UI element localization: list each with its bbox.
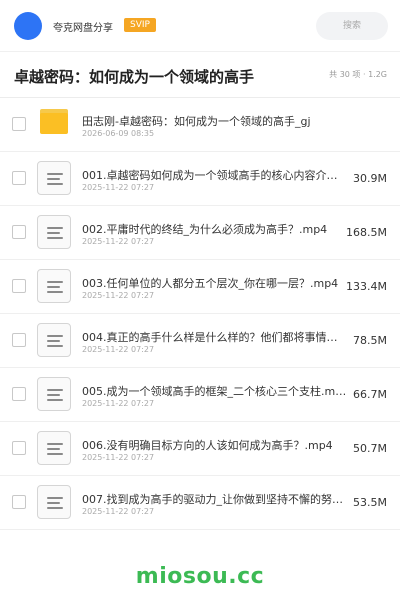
file-date: 2025-11-22 07:27 xyxy=(82,291,155,300)
svip-badge: SVIP xyxy=(124,18,156,32)
row-checkbox[interactable] xyxy=(12,117,26,131)
row-checkbox[interactable] xyxy=(12,279,26,293)
file-date: 2026-06-09 08:35 xyxy=(82,129,155,138)
file-date: 2025-11-22 07:27 xyxy=(82,399,155,408)
file-name[interactable]: 田志刚-卓越密码：如何成为一个领域的高手_gj xyxy=(82,113,347,129)
file-row[interactable]: 003.任何单位的人都分五个层次_你在哪一层？.mp4 2025-11-22 07… xyxy=(0,260,400,314)
file-row[interactable]: 004.真正的高手什么样是什么样的？他们都将事情做到极致.mp42025-11-… xyxy=(0,314,400,368)
document-icon xyxy=(37,377,71,411)
file-row[interactable]: 001.卓越密码如何成为一个领域高手的核心内容介绍.mp4 2025-11-22 … xyxy=(0,152,400,206)
folder-meta: 共 30 项 · 1.2G xyxy=(329,70,387,79)
file-size: 168.5M xyxy=(346,226,387,239)
file-name[interactable]: 001.卓越密码如何成为一个领域高手的核心内容介绍.mp4 xyxy=(82,167,347,183)
file-size: 133.4M xyxy=(346,280,387,293)
file-date: 2025-11-22 07:27 xyxy=(82,345,155,354)
document-icon xyxy=(37,215,71,249)
file-name[interactable]: 005.成为一个领域高手的框架_二个核心三个支柱.mp4 xyxy=(82,383,347,399)
search-input[interactable]: 搜索 xyxy=(316,12,388,40)
file-name[interactable]: 003.任何单位的人都分五个层次_你在哪一层？.mp4 xyxy=(82,275,347,291)
folder-icon xyxy=(40,109,68,134)
sharer-name: 夸克网盘分享 xyxy=(53,23,113,34)
avatar[interactable] xyxy=(14,12,42,40)
watermark: miosou.cc xyxy=(135,564,265,589)
file-size: 53.5M xyxy=(353,496,387,509)
row-checkbox[interactable] xyxy=(12,171,26,185)
file-date: 2025-11-22 07:27 xyxy=(82,183,155,192)
file-size: 66.7M xyxy=(353,388,387,401)
row-checkbox[interactable] xyxy=(12,495,26,509)
file-date: 2025-11-22 07:27 xyxy=(82,507,155,516)
file-name[interactable]: 004.真正的高手什么样是什么样的？他们都将事情做到极致.mp4 xyxy=(82,329,347,345)
row-checkbox[interactable] xyxy=(12,333,26,347)
document-icon xyxy=(37,431,71,465)
file-list: 田志刚-卓越密码：如何成为一个领域的高手_gj 2026-06-09 08:35 0… xyxy=(0,98,400,530)
row-checkbox[interactable] xyxy=(12,225,26,239)
file-name[interactable]: 002.平庸时代的终结_为什么必须成为高手？.mp4 xyxy=(82,221,347,237)
document-icon xyxy=(37,323,71,357)
file-date: 2025-11-22 07:27 xyxy=(82,237,155,246)
page-title: 卓越密码：如何成为一个领域的高手 xyxy=(14,68,255,86)
row-checkbox[interactable] xyxy=(12,387,26,401)
top-bar: 夸克网盘分享 SVIP 搜索 xyxy=(0,0,400,52)
file-row[interactable]: 005.成为一个领域高手的框架_二个核心三个支柱.mp4 2025-11-22 0… xyxy=(0,368,400,422)
file-date: 2025-11-22 07:27 xyxy=(82,453,155,462)
file-size: 50.7M xyxy=(353,442,387,455)
file-row[interactable]: 006.没有明确目标方向的人该如何成为高手？.mp4 2025-11-22 07:… xyxy=(0,422,400,476)
document-icon xyxy=(37,269,71,303)
document-icon xyxy=(37,485,71,519)
file-row[interactable]: 002.平庸时代的终结_为什么必须成为高手？.mp4 2025-11-22 07:… xyxy=(0,206,400,260)
file-size: 78.5M xyxy=(353,334,387,347)
file-size: 30.9M xyxy=(353,172,387,185)
file-name[interactable]: 006.没有明确目标方向的人该如何成为高手？.mp4 xyxy=(82,437,347,453)
folder-header: 卓越密码：如何成为一个领域的高手 共 30 项 · 1.2G xyxy=(0,52,400,98)
file-row[interactable]: 007.找到成为高手的驱动力_让你做到坚持不懈的努力.mp4 2025-11-22… xyxy=(0,476,400,530)
document-icon xyxy=(37,161,71,195)
row-checkbox[interactable] xyxy=(12,441,26,455)
file-row[interactable]: 田志刚-卓越密码：如何成为一个领域的高手_gj 2026-06-09 08:35 xyxy=(0,98,400,152)
file-name[interactable]: 007.找到成为高手的驱动力_让你做到坚持不懈的努力.mp4 xyxy=(82,491,347,507)
